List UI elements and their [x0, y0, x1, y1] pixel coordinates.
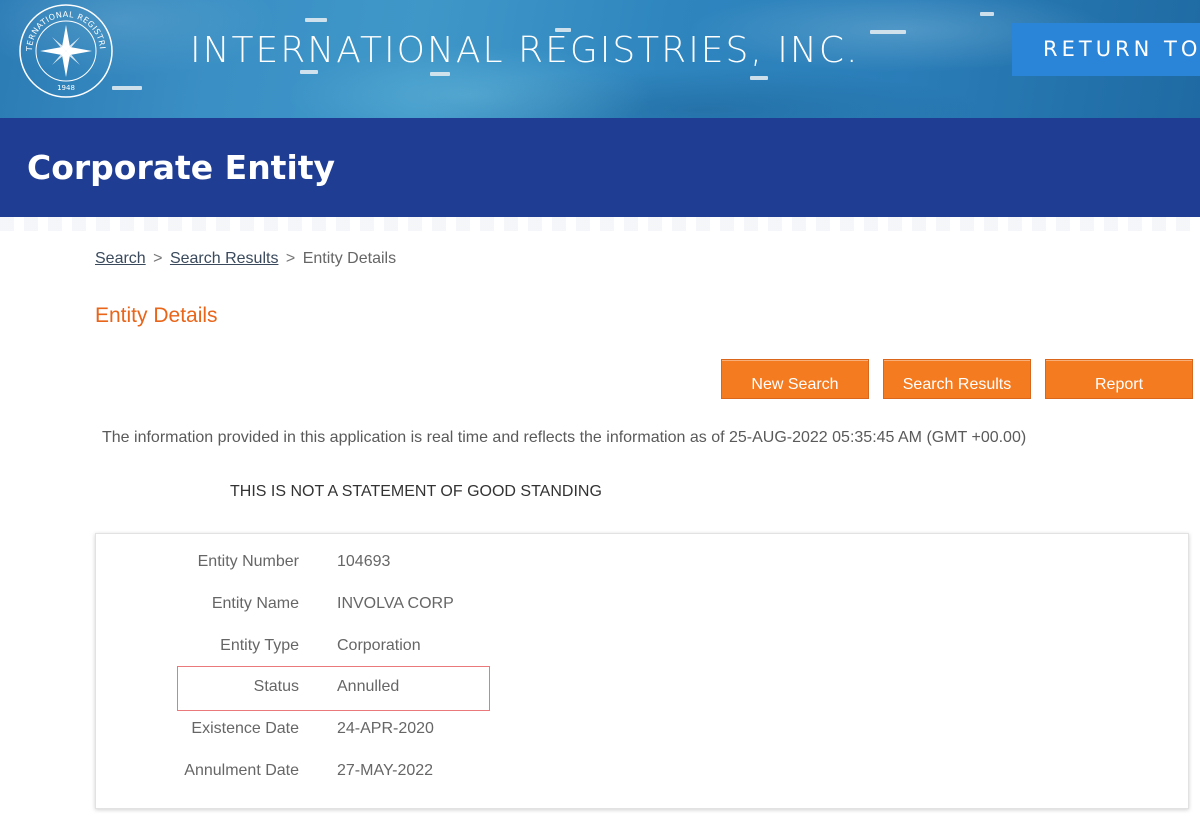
- ship-graphic: [980, 12, 994, 16]
- detail-label: Annulment Date: [184, 762, 299, 779]
- ship-graphic: [430, 72, 450, 76]
- status-value: Annulled: [337, 678, 400, 695]
- decorative-divider: [0, 217, 1200, 231]
- breadcrumb: Search > Search Results > Entity Details: [95, 250, 396, 268]
- breadcrumb-current: Entity Details: [302, 250, 397, 267]
- detail-row-annulment-date: Annulment Date 27-MAY-2022: [96, 762, 1188, 792]
- ship-graphic: [870, 30, 906, 34]
- detail-value: 24-APR-2020: [337, 720, 434, 737]
- detail-label: Entity Type: [220, 637, 299, 654]
- title-bar: Corporate Entity: [0, 118, 1200, 217]
- detail-value: 104693: [337, 553, 391, 570]
- breadcrumb-separator: >: [285, 250, 296, 267]
- compass-rose-icon: [40, 25, 92, 77]
- good-standing-notice: THIS IS NOT A STATEMENT OF GOOD STANDING: [230, 483, 602, 500]
- breadcrumb-search-link[interactable]: Search: [95, 250, 146, 267]
- info-text: The information provided in this applica…: [102, 429, 1027, 446]
- entity-details-card: Entity Number 104693 Entity Name INVOLVA…: [95, 533, 1189, 809]
- detail-row-entity-type: Entity Type Corporation: [96, 637, 1188, 667]
- detail-row-status: Status Annulled: [96, 678, 1188, 708]
- page-title: Corporate Entity: [27, 148, 336, 187]
- detail-row-entity-number: Entity Number 104693: [96, 553, 1188, 583]
- logo-year: 1948: [57, 84, 75, 92]
- report-button[interactable]: Report: [1045, 359, 1193, 399]
- breadcrumb-separator: >: [153, 250, 163, 267]
- brand-name: INTERNATIONAL REGISTRIES, INC.: [190, 30, 860, 71]
- new-search-button[interactable]: New Search: [721, 359, 869, 399]
- company-logo[interactable]: INTERNATIONAL REGISTRIES 1948: [18, 3, 114, 99]
- ship-graphic: [750, 76, 768, 80]
- detail-value: Corporation: [337, 637, 421, 654]
- detail-value: 27-MAY-2022: [337, 762, 434, 779]
- header-banner: INTERNATIONAL REGISTRIES 1948 INTERNATIO…: [0, 0, 1200, 118]
- detail-label: Entity Name: [211, 595, 299, 612]
- detail-label: Entity Number: [197, 553, 299, 570]
- ship-graphic: [112, 86, 142, 90]
- return-button[interactable]: RETURN TO: [1012, 23, 1200, 76]
- section-title: Entity Details: [95, 304, 218, 327]
- breadcrumb-results-link[interactable]: Search Results: [170, 250, 279, 267]
- detail-row-existence-date: Existence Date 24-APR-2020: [96, 720, 1188, 750]
- detail-label: Status: [253, 678, 299, 695]
- action-bar: New Search Search Results Report: [0, 359, 1200, 399]
- detail-label: Existence Date: [191, 720, 299, 737]
- search-results-button[interactable]: Search Results: [883, 359, 1031, 399]
- detail-row-entity-name: Entity Name INVOLVA CORP: [96, 595, 1188, 625]
- detail-value: INVOLVA CORP: [337, 595, 454, 612]
- ship-graphic: [305, 18, 327, 22]
